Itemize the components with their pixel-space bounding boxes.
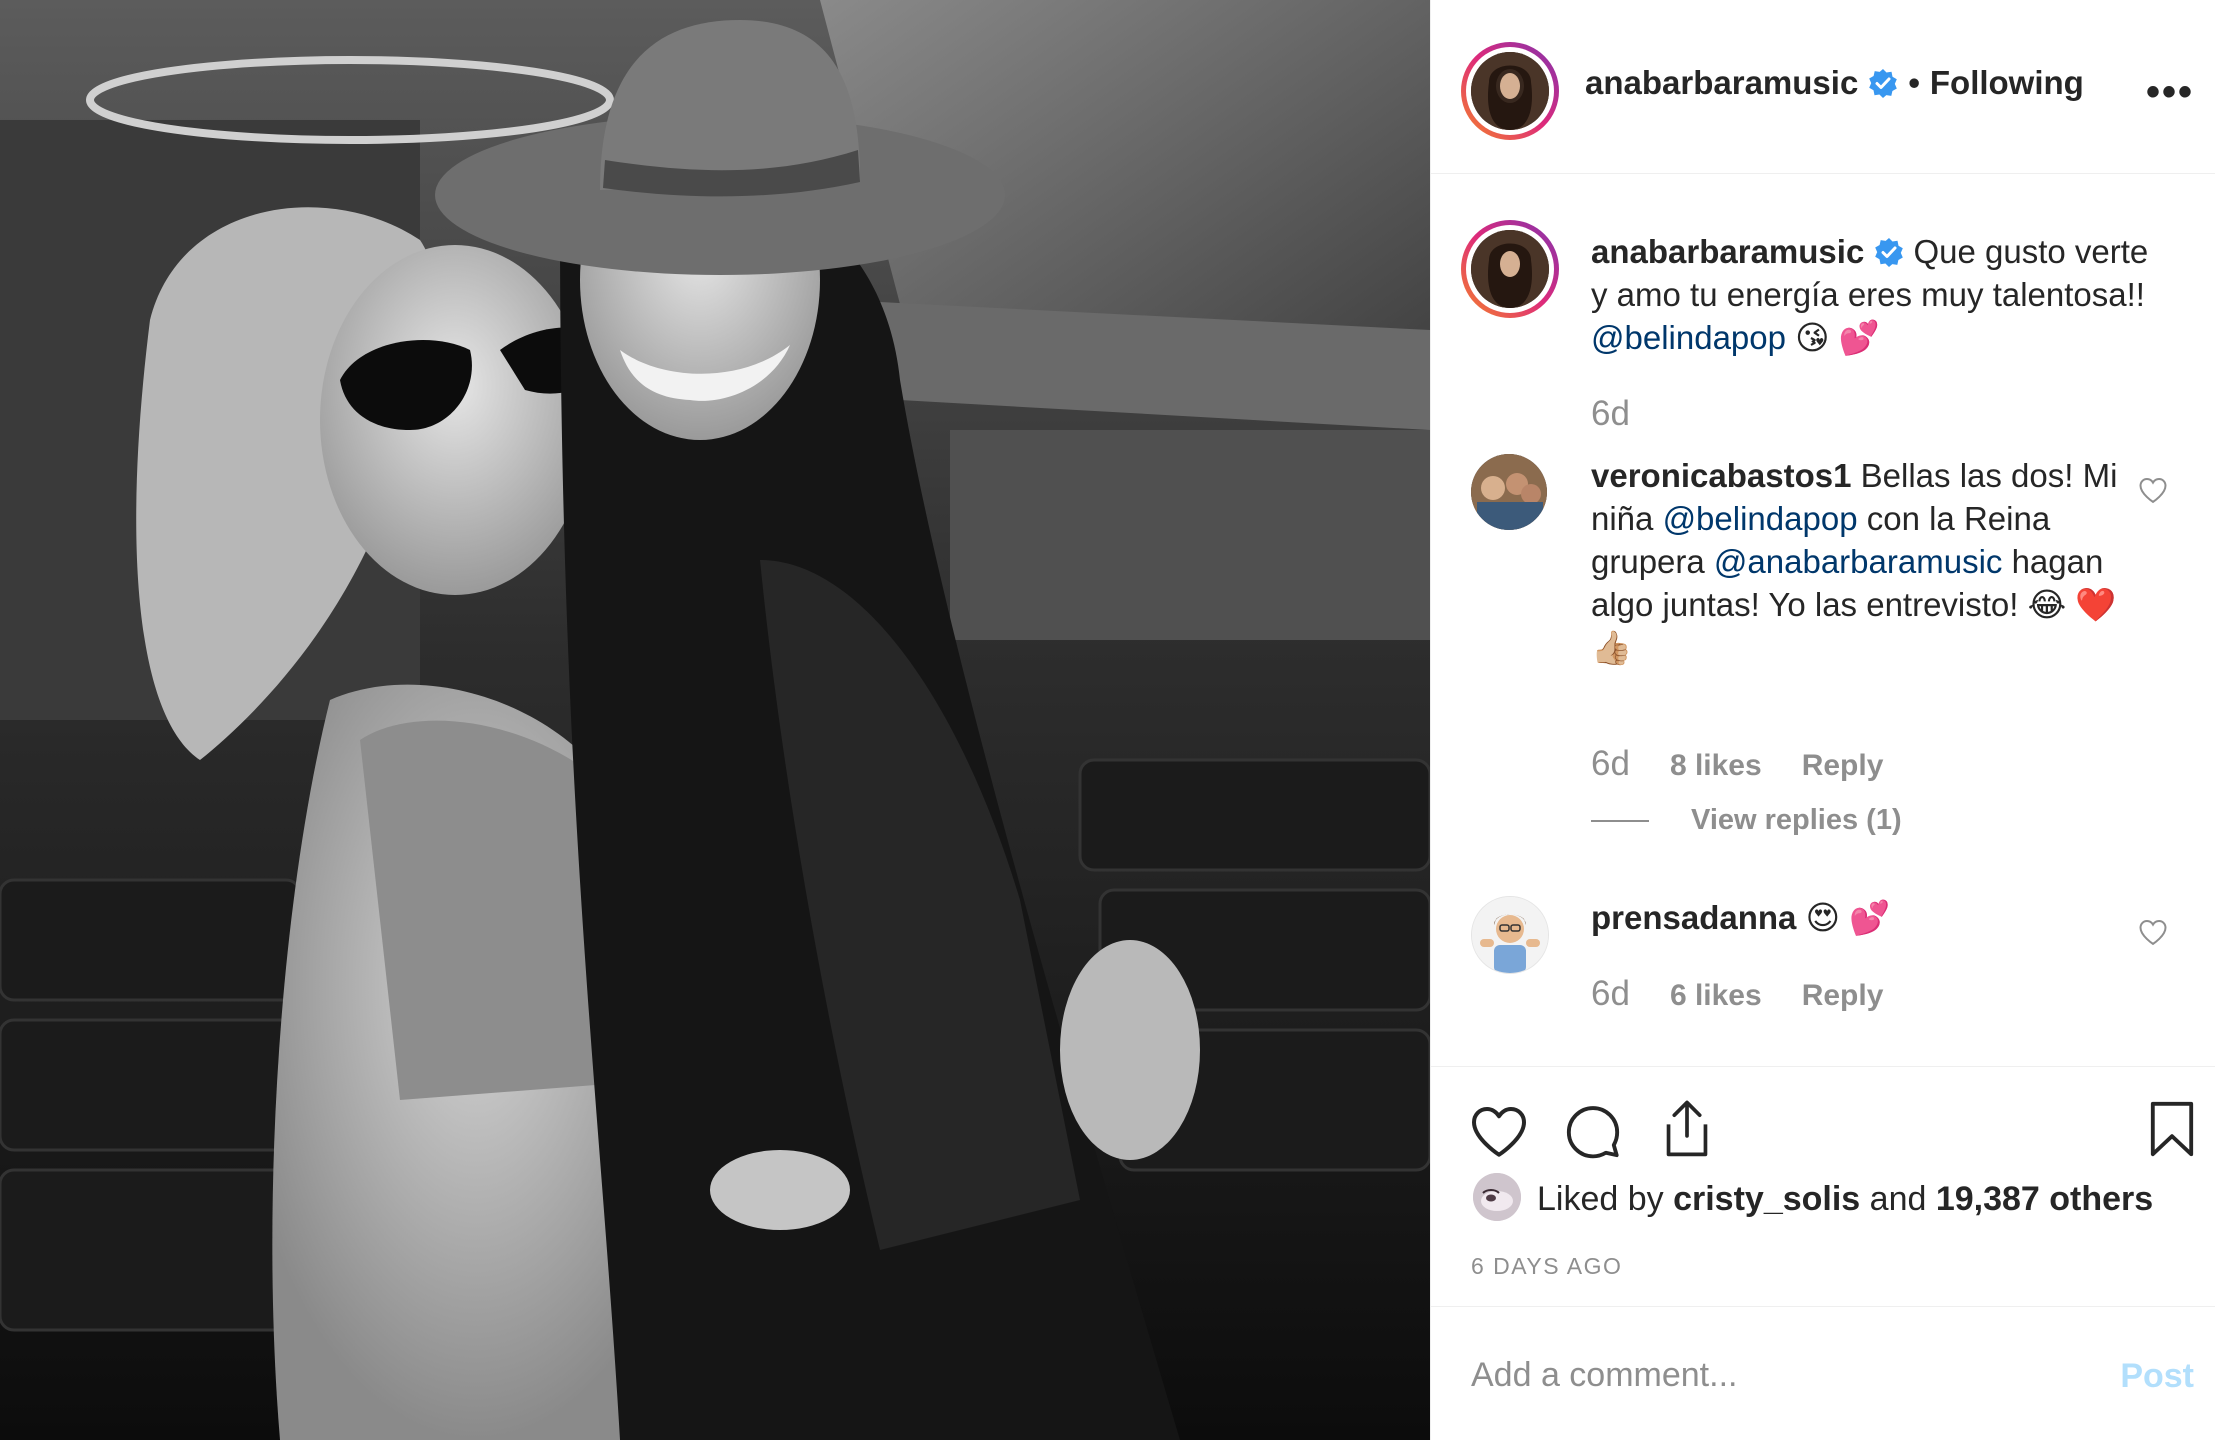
comment-timestamp[interactable]: 6d [1591, 744, 1630, 783]
commenter-avatar[interactable] [1471, 896, 1549, 974]
view-replies-button[interactable]: View replies (1) [1591, 804, 1902, 837]
comment-text: prensadanna 😍 💕 [1591, 896, 2151, 939]
caption-emojis: 😘 💕 [1795, 319, 1880, 356]
like-comment-heart-icon[interactable] [2138, 918, 2168, 946]
caption-author-avatar[interactable] [1461, 220, 1559, 318]
comment-meta: 6d 6 likes Reply [1591, 974, 1923, 1014]
like-comment-heart-icon[interactable] [2138, 476, 2168, 504]
share-upload-icon[interactable] [1659, 1099, 1715, 1159]
post-actions: Liked by cristy_solis and 19,387 others … [1431, 1066, 2215, 1307]
comment-bubble-icon[interactable] [1564, 1102, 1622, 1160]
save-bookmark-icon[interactable] [2148, 1099, 2196, 1159]
add-comment-bar: Post [1431, 1306, 2215, 1441]
caption-username[interactable]: anabarbaramusic [1591, 233, 1864, 270]
liked-by-joiner: and [1860, 1180, 1936, 1218]
commenter-avatar[interactable] [1471, 454, 1547, 530]
liker-avatar[interactable] [1473, 1173, 1521, 1221]
mention-link[interactable]: @belindapop [1591, 319, 1786, 356]
author-username[interactable]: anabarbaramusic [1585, 64, 1858, 101]
reply-button[interactable]: Reply [1802, 979, 1884, 1012]
likes-count-link[interactable]: 19,387 others [1936, 1180, 2153, 1218]
commenter-username[interactable]: prensadanna [1591, 899, 1796, 936]
comment-timestamp[interactable]: 6d [1591, 974, 1630, 1013]
mention-link[interactable]: @belindapop [1663, 500, 1858, 537]
comments-list: anabarbaramusic Que gusto verte y amo tu… [1431, 174, 2215, 1064]
post-photo[interactable] [0, 0, 1430, 1440]
mention-link[interactable]: @anabarbaramusic [1714, 543, 2002, 580]
more-options-icon[interactable]: ••• [2146, 70, 2194, 115]
follow-status-button[interactable]: Following [1930, 64, 2084, 101]
post-side-panel: anabarbaramusic • Following ••• anabarbara… [1430, 0, 2215, 1440]
comment-likes-link[interactable]: 8 likes [1670, 749, 1762, 782]
comment-meta: 6d 8 likes Reply [1591, 744, 1923, 784]
view-replies-label: View replies (1) [1691, 804, 1902, 836]
comment-text: veronicabastos1 Bellas las dos! Mi niña … [1591, 454, 2151, 669]
liked-by-summary: Liked by cristy_solis and 19,387 others [1537, 1180, 2153, 1219]
verified-badge-icon [1874, 234, 1904, 267]
verified-badge-icon [1868, 68, 1898, 98]
caption-timestamp[interactable]: 6d [1591, 394, 1630, 433]
comment-body: 😍 💕 [1805, 899, 1891, 936]
add-comment-input[interactable] [1469, 1349, 2073, 1401]
like-heart-icon[interactable] [1469, 1103, 1529, 1159]
liked-by-prefix: Liked by [1537, 1180, 1674, 1218]
caption-text: anabarbaramusic Que gusto verte y amo tu… [1591, 230, 2151, 359]
commenter-username[interactable]: veronicabastos1 [1591, 457, 1851, 494]
reply-button[interactable]: Reply [1802, 749, 1884, 782]
post-comment-button[interactable]: Post [2120, 1357, 2194, 1396]
replies-divider [1591, 820, 1649, 823]
post-header: anabarbaramusic • Following ••• [1431, 0, 2215, 174]
post-timestamp[interactable]: 6 DAYS AGO [1471, 1253, 1622, 1280]
comment-likes-link[interactable]: 6 likes [1670, 979, 1762, 1012]
separator-dot: • [1908, 64, 1920, 101]
caption-meta: 6d [1591, 394, 1670, 434]
liker-username[interactable]: cristy_solis [1673, 1180, 1860, 1218]
author-avatar[interactable] [1461, 42, 1559, 140]
